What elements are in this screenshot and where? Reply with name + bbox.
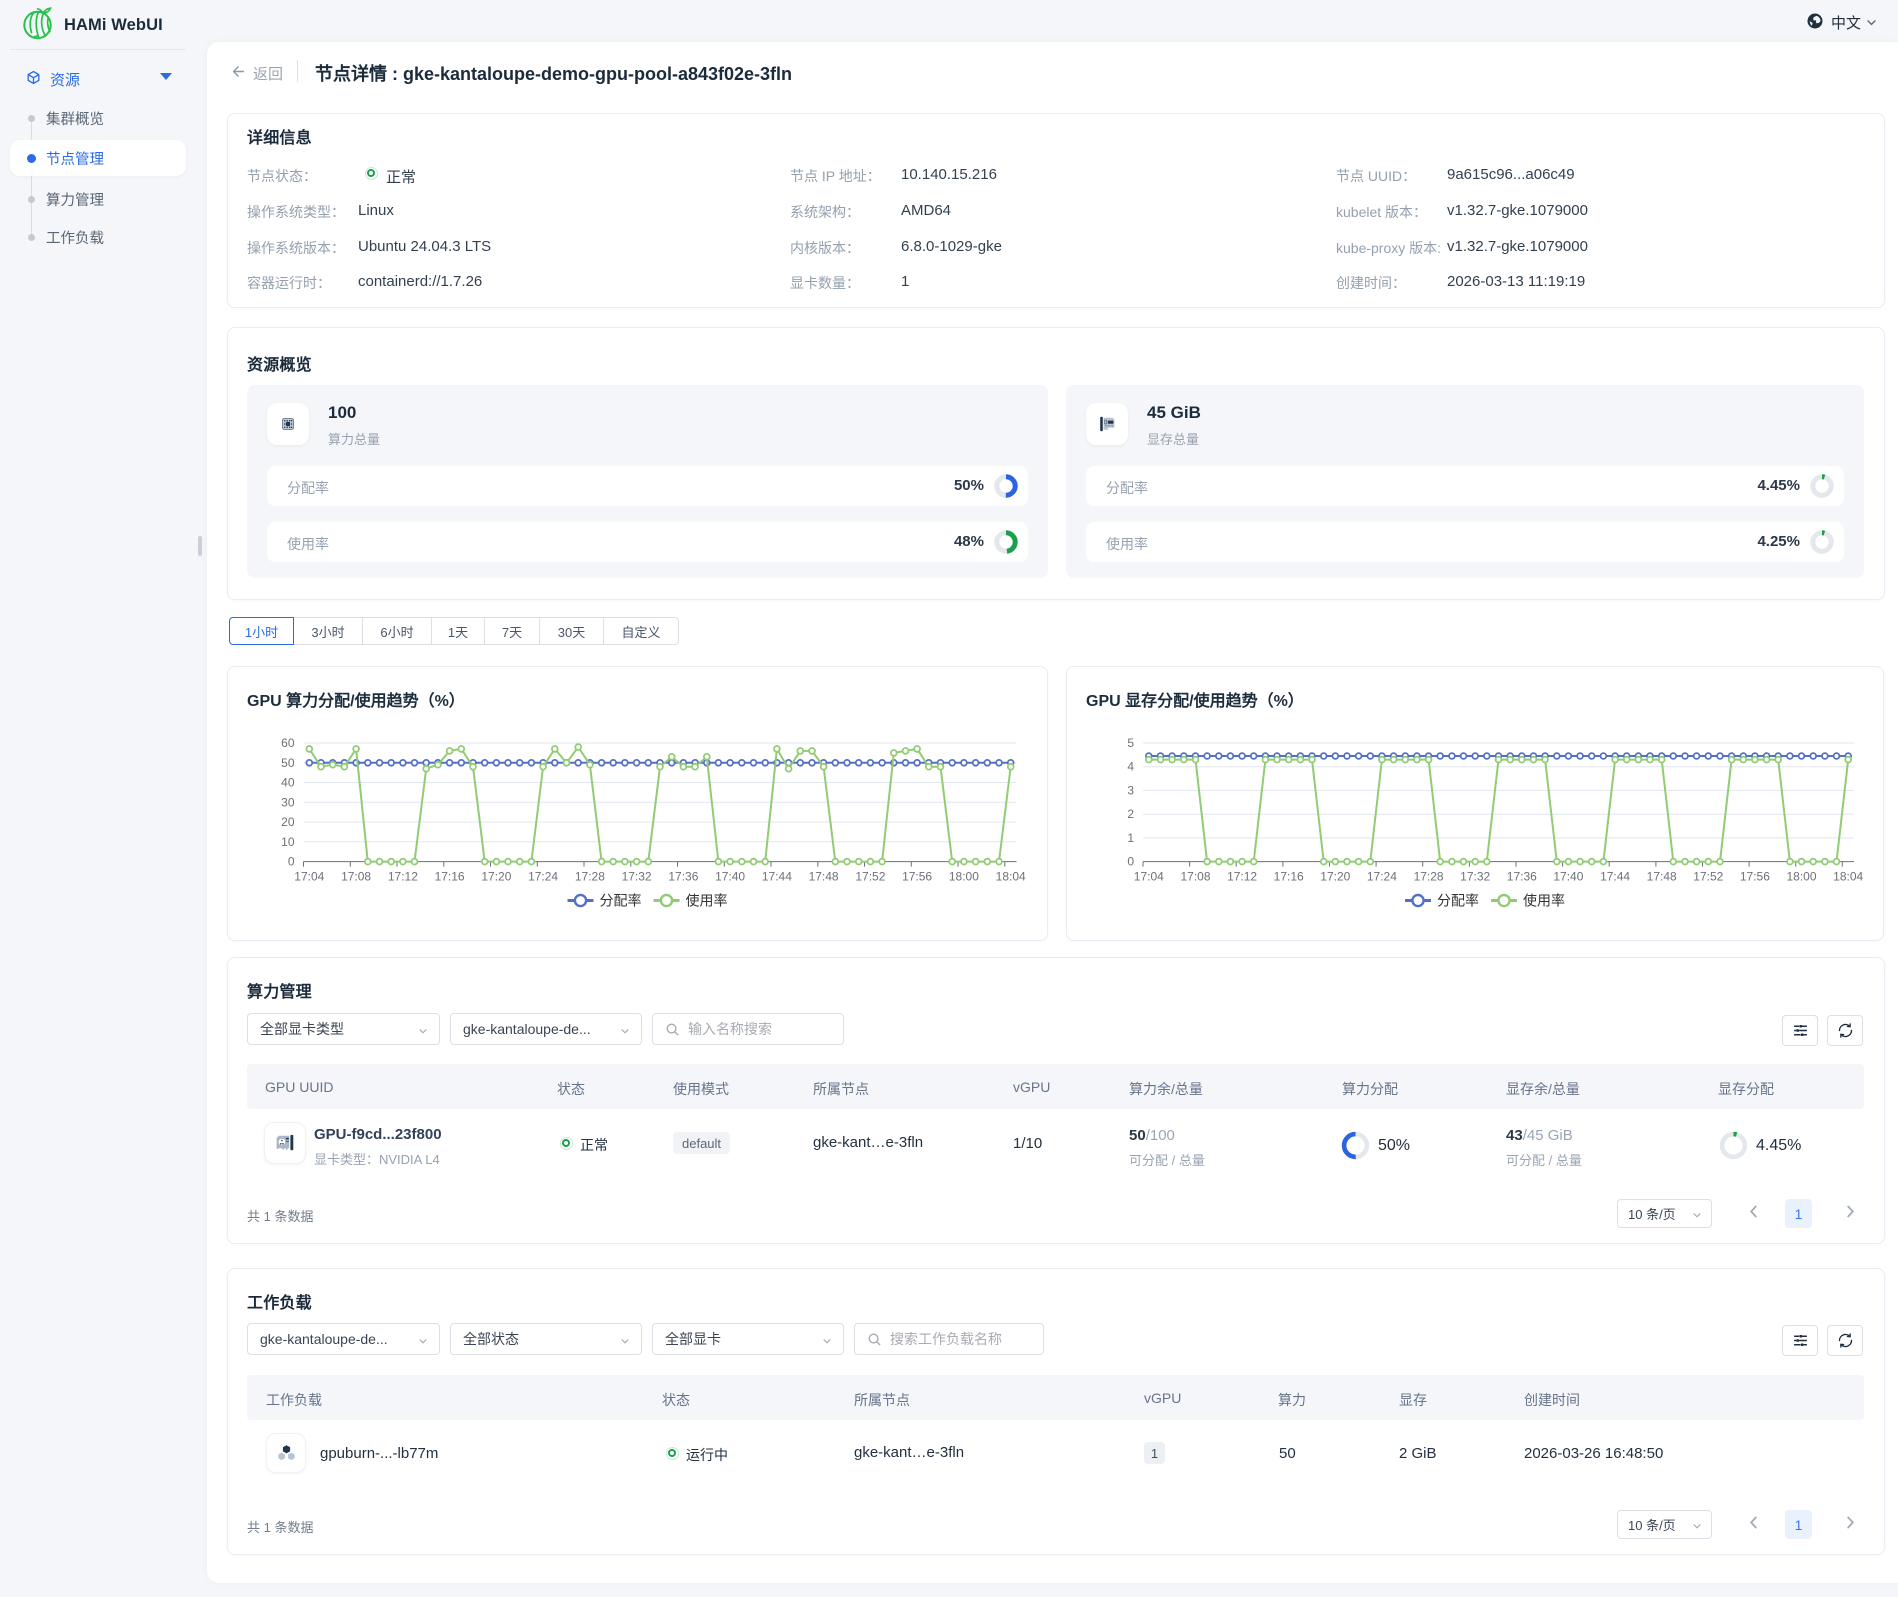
svg-text:分配率: 分配率 <box>600 893 642 909</box>
svg-text:17:44: 17:44 <box>1600 870 1630 884</box>
svg-text:17:12: 17:12 <box>1227 870 1257 884</box>
svg-text:30: 30 <box>281 795 295 809</box>
svg-text:使用率: 使用率 <box>1523 893 1565 909</box>
svg-text:17:16: 17:16 <box>435 870 465 884</box>
svg-text:17:56: 17:56 <box>1740 870 1770 884</box>
svg-text:17:28: 17:28 <box>1414 870 1444 884</box>
svg-text:3: 3 <box>1127 783 1134 797</box>
svg-text:17:04: 17:04 <box>294 870 324 884</box>
svg-text:0: 0 <box>1127 855 1134 869</box>
svg-text:60: 60 <box>281 736 295 750</box>
svg-text:17:36: 17:36 <box>1507 870 1537 884</box>
svg-text:17:36: 17:36 <box>668 870 698 884</box>
svg-text:18:04: 18:04 <box>1833 870 1863 884</box>
svg-text:17:24: 17:24 <box>528 870 558 884</box>
svg-text:17:20: 17:20 <box>1320 870 1350 884</box>
svg-text:分配率: 分配率 <box>1437 893 1479 909</box>
svg-text:18:04: 18:04 <box>996 870 1026 884</box>
svg-text:17:44: 17:44 <box>762 870 792 884</box>
svg-text:17:28: 17:28 <box>575 870 605 884</box>
svg-text:17:04: 17:04 <box>1134 870 1164 884</box>
svg-text:1: 1 <box>1127 831 1134 845</box>
svg-text:17:52: 17:52 <box>855 870 885 884</box>
svg-text:4: 4 <box>1127 760 1134 774</box>
svg-text:17:56: 17:56 <box>902 870 932 884</box>
svg-text:17:08: 17:08 <box>1180 870 1210 884</box>
svg-text:17:08: 17:08 <box>341 870 371 884</box>
svg-text:17:16: 17:16 <box>1274 870 1304 884</box>
svg-text:17:24: 17:24 <box>1367 870 1397 884</box>
svg-text:17:52: 17:52 <box>1693 870 1723 884</box>
svg-text:18:00: 18:00 <box>1786 870 1816 884</box>
svg-text:17:20: 17:20 <box>481 870 511 884</box>
svg-text:17:32: 17:32 <box>622 870 652 884</box>
svg-text:17:32: 17:32 <box>1460 870 1490 884</box>
svg-text:50: 50 <box>281 756 295 770</box>
svg-text:17:48: 17:48 <box>809 870 839 884</box>
svg-text:使用率: 使用率 <box>686 893 728 909</box>
svg-text:20: 20 <box>281 815 295 829</box>
svg-text:10: 10 <box>281 835 295 849</box>
svg-text:18:00: 18:00 <box>949 870 979 884</box>
svg-text:17:48: 17:48 <box>1647 870 1677 884</box>
svg-text:0: 0 <box>288 855 295 869</box>
svg-text:40: 40 <box>281 776 295 790</box>
svg-text:5: 5 <box>1127 736 1134 750</box>
svg-text:17:40: 17:40 <box>1553 870 1583 884</box>
svg-text:17:40: 17:40 <box>715 870 745 884</box>
svg-text:2: 2 <box>1127 807 1134 821</box>
svg-text:17:12: 17:12 <box>388 870 418 884</box>
